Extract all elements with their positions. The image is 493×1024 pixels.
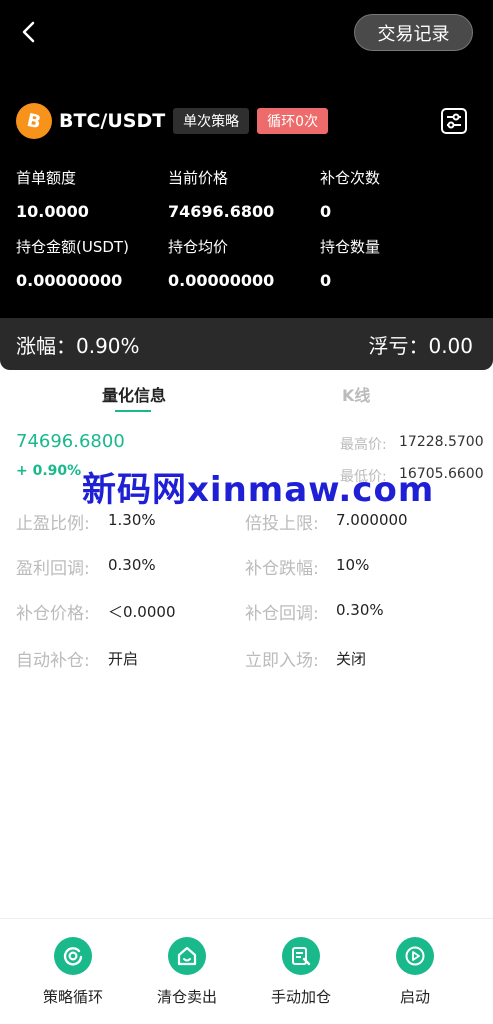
watermark: 新码网xinmaw.com — [82, 470, 435, 510]
cover-count-value: 0 — [320, 202, 332, 221]
cycle-badge: 循环0次 — [257, 108, 329, 134]
price-change: + 0.90% — [16, 463, 82, 479]
current-price: 74696.6800 — [16, 431, 125, 452]
take-profit-label: 止盈比例: — [16, 514, 90, 534]
multiplier-limit-label: 倍投上限: — [245, 514, 319, 534]
tab-bar: 量化信息 K线 — [0, 370, 493, 414]
cycle-icon — [54, 937, 92, 975]
trade-records-button[interactable]: 交易记录 — [354, 14, 473, 51]
average-price-label: 持仓均价 — [168, 238, 229, 256]
manual-add-icon — [282, 937, 320, 975]
cover-count-label: 补仓次数 — [320, 169, 381, 187]
strategy-badge: 单次策略 — [173, 108, 250, 134]
instant-entry-value: 关闭 — [336, 650, 367, 668]
position-qty-value: 0 — [320, 271, 332, 290]
multiplier-limit-value: 7.000000 — [336, 511, 408, 529]
clear-sell-label: 清仓卖出 — [156, 988, 217, 1006]
pair-name: BTC/USDT — [59, 110, 166, 132]
house-sell-icon — [168, 937, 206, 975]
sliders-icon — [441, 108, 467, 134]
play-icon — [396, 937, 434, 975]
strategy-cycle-button[interactable]: 策略循环 — [18, 937, 128, 1007]
float-loss: 浮亏：0.00 — [368, 334, 473, 358]
tab-quant-info[interactable]: 量化信息 — [102, 382, 166, 406]
pair-row: B BTC/USDT 单次策略 循环0次 — [16, 103, 476, 139]
average-price-value: 0.00000000 — [168, 271, 275, 290]
position-qty-label: 持仓数量 — [320, 238, 381, 256]
profit-callback-value: 0.30% — [108, 556, 156, 574]
instant-entry-label: 立即入场: — [245, 651, 319, 671]
first-order-amount-value: 10.0000 — [16, 202, 89, 221]
take-profit-value: 1.30% — [108, 511, 156, 529]
first-order-amount-label: 首单额度 — [16, 169, 77, 187]
bitcoin-icon: B — [16, 103, 52, 139]
cover-drop-value: 10% — [336, 556, 370, 574]
chevron-left-icon — [22, 21, 35, 43]
high-price-label: 最高价: — [340, 437, 387, 453]
cover-callback-value: 0.30% — [336, 601, 384, 619]
high-price-value: 17228.5700 — [399, 434, 484, 450]
cover-callback-label: 补仓回调: — [245, 604, 319, 624]
tab-underline — [115, 410, 151, 412]
manual-add-button[interactable]: 手动加仓 — [246, 937, 356, 1007]
cover-price-value: ＜0.0000 — [108, 603, 176, 621]
manual-add-label: 手动加仓 — [270, 988, 331, 1006]
cover-drop-label: 补仓跌幅: — [245, 559, 319, 579]
change-percent: 涨幅：0.90% — [16, 334, 140, 358]
current-price-value: 74696.6800 — [168, 202, 275, 221]
start-label: 启动 — [399, 988, 430, 1006]
auto-cover-value: 开启 — [108, 650, 139, 668]
clear-sell-button[interactable]: 清仓卖出 — [132, 937, 242, 1007]
change-bar: 涨幅：0.90% 浮亏：0.00 — [0, 318, 493, 370]
tab-kline[interactable]: K线 — [342, 382, 370, 406]
cover-price-label: 补仓价格: — [16, 604, 90, 624]
current-price-label: 当前价格 — [168, 169, 229, 187]
position-amount-label: 持仓金额(USDT) — [16, 238, 129, 256]
strategy-cycle-label: 策略循环 — [42, 988, 103, 1006]
bottom-action-bar: 策略循环 清仓卖出 手动加仓 启动 — [0, 918, 493, 1024]
position-amount-value: 0.00000000 — [16, 271, 123, 290]
profit-callback-label: 盈利回调: — [16, 559, 90, 579]
back-button[interactable] — [18, 20, 42, 44]
settings-button[interactable] — [440, 107, 468, 135]
strategy-header: 交易记录 B BTC/USDT 单次策略 循环0次 首单额度 10.0000 当… — [0, 0, 493, 318]
svg-text:B: B — [25, 110, 43, 132]
auto-cover-label: 自动补仓: — [16, 651, 90, 671]
start-button[interactable]: 启动 — [360, 937, 470, 1007]
